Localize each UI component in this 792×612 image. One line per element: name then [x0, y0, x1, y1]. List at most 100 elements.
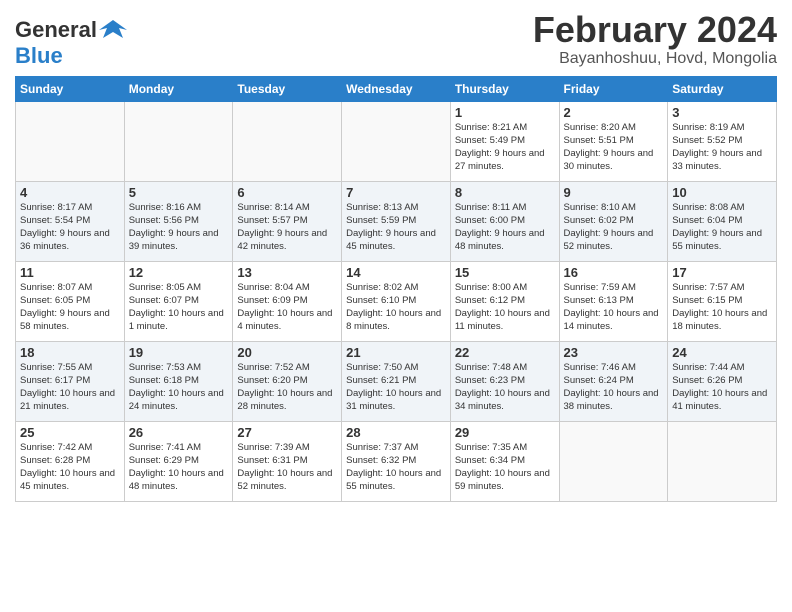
cell-info: Sunrise: 7:41 AM Sunset: 6:29 PM Dayligh…	[129, 442, 229, 493]
day-number: 17	[672, 265, 772, 280]
day-number: 19	[129, 345, 229, 360]
day-number: 10	[672, 185, 772, 200]
logo-text-blue: Blue	[15, 43, 63, 68]
day-number: 24	[672, 345, 772, 360]
calendar-cell: 27 Sunrise: 7:39 AM Sunset: 6:31 PM Dayli…	[233, 422, 342, 502]
calendar-cell: 10 Sunrise: 8:08 AM Sunset: 6:04 PM Dayli…	[668, 182, 777, 262]
cell-info: Sunrise: 7:48 AM Sunset: 6:23 PM Dayligh…	[455, 362, 555, 413]
calendar-cell: 17 Sunrise: 7:57 AM Sunset: 6:15 PM Dayli…	[668, 262, 777, 342]
cell-info: Sunrise: 8:04 AM Sunset: 6:09 PM Dayligh…	[237, 282, 337, 333]
calendar-cell: 7 Sunrise: 8:13 AM Sunset: 5:59 PM Daylig…	[342, 182, 451, 262]
cell-info: Sunrise: 8:16 AM Sunset: 5:56 PM Dayligh…	[129, 202, 229, 253]
day-number: 4	[20, 185, 120, 200]
cell-info: Sunrise: 7:42 AM Sunset: 6:28 PM Dayligh…	[20, 442, 120, 493]
day-number: 16	[564, 265, 664, 280]
calendar-week-row: 1 Sunrise: 8:21 AM Sunset: 5:49 PM Daylig…	[16, 102, 777, 182]
calendar-cell	[559, 422, 668, 502]
calendar-week-row: 11 Sunrise: 8:07 AM Sunset: 6:05 PM Dayli…	[16, 262, 777, 342]
calendar-cell: 3 Sunrise: 8:19 AM Sunset: 5:52 PM Daylig…	[668, 102, 777, 182]
calendar-cell	[342, 102, 451, 182]
calendar-week-row: 18 Sunrise: 7:55 AM Sunset: 6:17 PM Dayli…	[16, 342, 777, 422]
calendar-cell: 15Sunrise: 8:00 AM Sunset: 6:12 PM Dayli…	[450, 262, 559, 342]
calendar-cell: 6Sunrise: 8:14 AM Sunset: 5:57 PM Daylig…	[233, 182, 342, 262]
calendar-cell: 12 Sunrise: 8:05 AM Sunset: 6:07 PM Dayli…	[124, 262, 233, 342]
calendar-cell: 22 Sunrise: 7:48 AM Sunset: 6:23 PM Dayli…	[450, 342, 559, 422]
day-number: 13	[237, 265, 337, 280]
calendar-cell: 18 Sunrise: 7:55 AM Sunset: 6:17 PM Dayli…	[16, 342, 125, 422]
day-number: 23	[564, 345, 664, 360]
calendar-cell: 24 Sunrise: 7:44 AM Sunset: 6:26 PM Dayli…	[668, 342, 777, 422]
subtitle: Bayanhoshuu, Hovd, Mongolia	[533, 50, 777, 68]
calendar-cell	[668, 422, 777, 502]
calendar-cell: 20Sunrise: 7:52 AM Sunset: 6:20 PM Dayli…	[233, 342, 342, 422]
calendar-cell: 13 Sunrise: 8:04 AM Sunset: 6:09 PM Dayli…	[233, 262, 342, 342]
cell-info: Sunrise: 8:20 AM Sunset: 5:51 PM Dayligh…	[564, 122, 664, 173]
day-header-monday: Monday	[124, 77, 233, 102]
header: General Blue February 2024 Bayanhoshuu, …	[15, 10, 777, 68]
cell-info: Sunrise: 8:19 AM Sunset: 5:52 PM Dayligh…	[672, 122, 772, 173]
logo-bird-icon	[99, 16, 127, 44]
cell-info: Sunrise: 8:11 AM Sunset: 6:00 PM Dayligh…	[455, 202, 555, 253]
day-number: 26	[129, 425, 229, 440]
day-header-wednesday: Wednesday	[342, 77, 451, 102]
calendar-header-row: SundayMondayTuesdayWednesdayThursdayFrid…	[16, 77, 777, 102]
day-number: 28	[346, 425, 446, 440]
calendar-cell	[124, 102, 233, 182]
cell-info: Sunrise: 8:02 AM Sunset: 6:10 PM Dayligh…	[346, 282, 446, 333]
day-number: 25	[20, 425, 120, 440]
main-title: February 2024	[533, 10, 777, 50]
calendar-cell: 23 Sunrise: 7:46 AM Sunset: 6:24 PM Dayli…	[559, 342, 668, 422]
calendar-cell	[16, 102, 125, 182]
day-number: 14	[346, 265, 446, 280]
calendar-cell	[233, 102, 342, 182]
calendar-cell: 29Sunrise: 7:35 AM Sunset: 6:34 PM Dayli…	[450, 422, 559, 502]
day-number: 6	[237, 185, 337, 200]
day-number: 7	[346, 185, 446, 200]
calendar-cell: 11 Sunrise: 8:07 AM Sunset: 6:05 PM Dayli…	[16, 262, 125, 342]
day-number: 8	[455, 185, 555, 200]
day-number: 29	[455, 425, 555, 440]
day-number: 21	[346, 345, 446, 360]
day-number: 22	[455, 345, 555, 360]
calendar-cell: 25 Sunrise: 7:42 AM Sunset: 6:28 PM Dayli…	[16, 422, 125, 502]
day-number: 11	[20, 265, 120, 280]
cell-info: Sunrise: 8:21 AM Sunset: 5:49 PM Dayligh…	[455, 122, 555, 173]
calendar-cell: 21 Sunrise: 7:50 AM Sunset: 6:21 PM Dayli…	[342, 342, 451, 422]
calendar-cell: 1 Sunrise: 8:21 AM Sunset: 5:49 PM Daylig…	[450, 102, 559, 182]
cell-info: Sunrise: 8:10 AM Sunset: 6:02 PM Dayligh…	[564, 202, 664, 253]
day-header-saturday: Saturday	[668, 77, 777, 102]
day-number: 2	[564, 105, 664, 120]
day-header-thursday: Thursday	[450, 77, 559, 102]
logo-text-general: General	[15, 18, 97, 42]
cell-info: Sunrise: 7:50 AM Sunset: 6:21 PM Dayligh…	[346, 362, 446, 413]
cell-info: Sunrise: 7:59 AM Sunset: 6:13 PM Dayligh…	[564, 282, 664, 333]
cell-info: Sunrise: 7:44 AM Sunset: 6:26 PM Dayligh…	[672, 362, 772, 413]
day-number: 12	[129, 265, 229, 280]
day-header-sunday: Sunday	[16, 77, 125, 102]
cell-info: Sunrise: 7:55 AM Sunset: 6:17 PM Dayligh…	[20, 362, 120, 413]
cell-info: Sunrise: 8:05 AM Sunset: 6:07 PM Dayligh…	[129, 282, 229, 333]
calendar: SundayMondayTuesdayWednesdayThursdayFrid…	[15, 76, 777, 502]
calendar-cell: 16 Sunrise: 7:59 AM Sunset: 6:13 PM Dayli…	[559, 262, 668, 342]
calendar-cell: 8 Sunrise: 8:11 AM Sunset: 6:00 PM Daylig…	[450, 182, 559, 262]
cell-info: Sunrise: 8:17 AM Sunset: 5:54 PM Dayligh…	[20, 202, 120, 253]
cell-info: Sunrise: 7:46 AM Sunset: 6:24 PM Dayligh…	[564, 362, 664, 413]
cell-info: Sunrise: 7:52 AM Sunset: 6:20 PM Dayligh…	[237, 362, 337, 413]
day-number: 27	[237, 425, 337, 440]
cell-info: Sunrise: 7:53 AM Sunset: 6:18 PM Dayligh…	[129, 362, 229, 413]
page: General Blue February 2024 Bayanhoshuu, …	[0, 0, 792, 612]
cell-info: Sunrise: 7:57 AM Sunset: 6:15 PM Dayligh…	[672, 282, 772, 333]
day-number: 3	[672, 105, 772, 120]
title-block: February 2024 Bayanhoshuu, Hovd, Mongoli…	[533, 10, 777, 68]
calendar-body: 1 Sunrise: 8:21 AM Sunset: 5:49 PM Daylig…	[16, 102, 777, 502]
day-header-friday: Friday	[559, 77, 668, 102]
day-number: 1	[455, 105, 555, 120]
cell-info: Sunrise: 8:13 AM Sunset: 5:59 PM Dayligh…	[346, 202, 446, 253]
cell-info: Sunrise: 8:08 AM Sunset: 6:04 PM Dayligh…	[672, 202, 772, 253]
calendar-cell: 14 Sunrise: 8:02 AM Sunset: 6:10 PM Dayli…	[342, 262, 451, 342]
logo: General Blue	[15, 16, 127, 68]
day-number: 18	[20, 345, 120, 360]
cell-info: Sunrise: 7:39 AM Sunset: 6:31 PM Dayligh…	[237, 442, 337, 493]
cell-info: Sunrise: 8:07 AM Sunset: 6:05 PM Dayligh…	[20, 282, 120, 333]
day-number: 9	[564, 185, 664, 200]
